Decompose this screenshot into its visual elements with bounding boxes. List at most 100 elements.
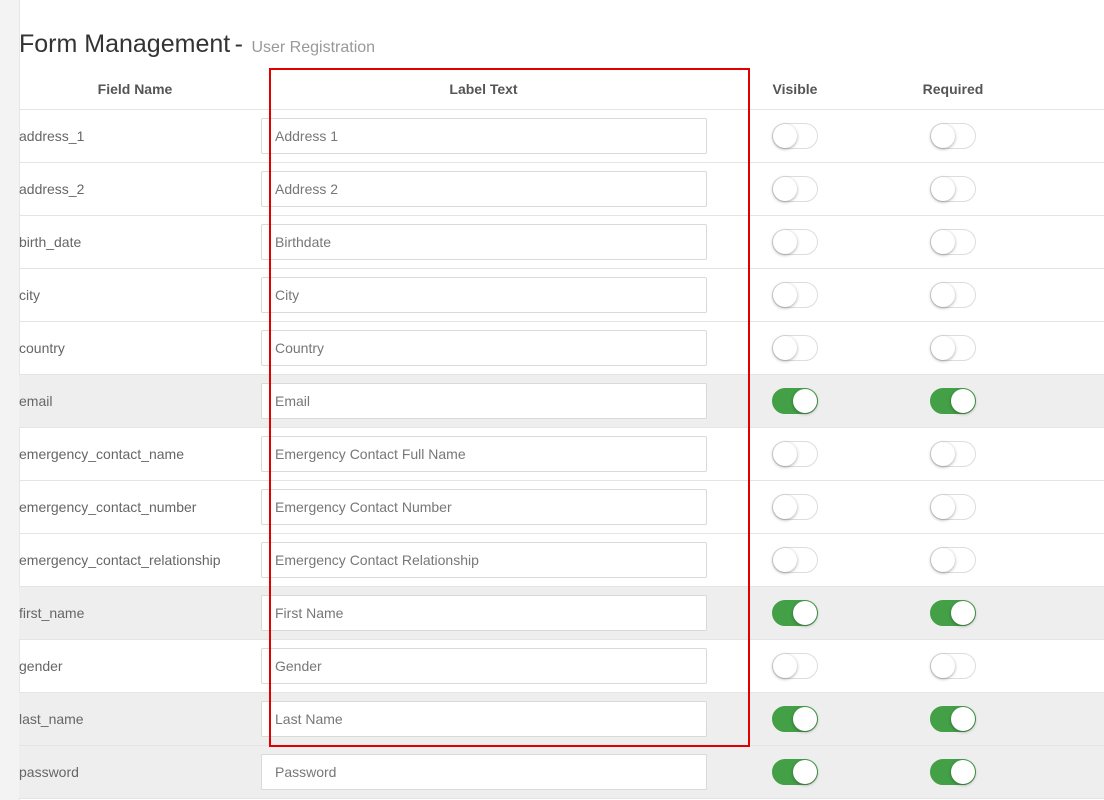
label-text-input[interactable] [261, 489, 707, 525]
header-field-name: Field Name [19, 69, 251, 110]
visible-toggle[interactable] [772, 441, 818, 467]
visible-toggle[interactable] [772, 123, 818, 149]
table-row: first_name [19, 586, 1104, 640]
toggle-knob [951, 707, 975, 731]
row-spacer [1032, 745, 1104, 799]
visible-cell [716, 480, 874, 534]
toggle-knob [773, 124, 797, 148]
table-row: last_name [19, 692, 1104, 746]
visible-cell [716, 586, 874, 640]
row-spacer [1032, 109, 1104, 163]
field-name-cell: emergency_contact_number [19, 480, 251, 534]
visible-toggle[interactable] [772, 547, 818, 573]
required-cell [874, 321, 1032, 375]
row-spacer [1032, 692, 1104, 746]
visible-cell [716, 692, 874, 746]
row-spacer [1032, 321, 1104, 375]
visible-toggle[interactable] [772, 388, 818, 414]
table-row: emergency_contact_relationship [19, 533, 1104, 587]
required-toggle[interactable] [930, 547, 976, 573]
required-cell [874, 639, 1032, 693]
label-text-cell [251, 533, 716, 587]
required-toggle[interactable] [930, 441, 976, 467]
label-text-input[interactable] [261, 754, 707, 790]
required-toggle[interactable] [930, 388, 976, 414]
visible-cell [716, 109, 874, 163]
toggle-knob [793, 760, 817, 784]
field-name-cell: emergency_contact_name [19, 427, 251, 481]
label-text-cell [251, 480, 716, 534]
label-text-input[interactable] [261, 118, 707, 154]
field-name-cell: address_1 [19, 109, 251, 163]
label-text-cell [251, 321, 716, 375]
toggle-knob [793, 389, 817, 413]
required-toggle[interactable] [930, 759, 976, 785]
label-text-input[interactable] [261, 224, 707, 260]
table-row: address_1 [19, 109, 1104, 163]
label-text-input[interactable] [261, 171, 707, 207]
toggle-knob [931, 442, 955, 466]
page-subtitle: User Registration [251, 39, 376, 56]
visible-cell [716, 427, 874, 481]
visible-toggle[interactable] [772, 600, 818, 626]
visible-toggle[interactable] [772, 759, 818, 785]
required-toggle[interactable] [930, 600, 976, 626]
visible-toggle[interactable] [772, 282, 818, 308]
visible-toggle[interactable] [772, 176, 818, 202]
label-text-input[interactable] [261, 330, 707, 366]
required-toggle[interactable] [930, 123, 976, 149]
visible-cell [716, 639, 874, 693]
required-toggle[interactable] [930, 229, 976, 255]
visible-cell [716, 374, 874, 428]
visible-toggle[interactable] [772, 335, 818, 361]
required-toggle[interactable] [930, 494, 976, 520]
table-header-row: Field Name Label Text Visible Required [19, 69, 1104, 110]
label-text-input[interactable] [261, 277, 707, 313]
row-spacer [1032, 162, 1104, 216]
field-name-cell: city [19, 268, 251, 322]
field-name-cell: first_name [19, 586, 251, 640]
toggle-knob [931, 177, 955, 201]
label-text-input[interactable] [261, 701, 707, 737]
label-text-input[interactable] [261, 595, 707, 631]
label-text-cell [251, 268, 716, 322]
row-spacer [1032, 586, 1104, 640]
required-toggle[interactable] [930, 335, 976, 361]
toggle-knob [773, 336, 797, 360]
required-toggle[interactable] [930, 176, 976, 202]
visible-toggle[interactable] [772, 653, 818, 679]
toggle-knob [793, 707, 817, 731]
required-toggle[interactable] [930, 282, 976, 308]
visible-toggle[interactable] [772, 229, 818, 255]
toggle-knob [773, 654, 797, 678]
visible-toggle[interactable] [772, 494, 818, 520]
toggle-knob [951, 760, 975, 784]
field-name-cell: email [19, 374, 251, 428]
label-text-cell [251, 427, 716, 481]
label-text-input[interactable] [261, 542, 707, 578]
required-cell [874, 215, 1032, 269]
label-text-input[interactable] [261, 436, 707, 472]
required-toggle[interactable] [930, 653, 976, 679]
row-spacer [1032, 427, 1104, 481]
row-spacer [1032, 480, 1104, 534]
label-text-cell [251, 374, 716, 428]
toggle-knob [931, 124, 955, 148]
visible-cell [716, 533, 874, 587]
header-required: Required [874, 69, 1032, 110]
table-row: birth_date [19, 215, 1104, 269]
toggle-knob [773, 495, 797, 519]
header-spacer [1032, 69, 1104, 110]
table-row: password [19, 745, 1104, 799]
row-spacer [1032, 533, 1104, 587]
table-body: address_1address_2birth_datecitycountrye… [19, 109, 1104, 799]
label-text-input[interactable] [261, 383, 707, 419]
visible-cell [716, 162, 874, 216]
required-cell [874, 109, 1032, 163]
required-cell [874, 586, 1032, 640]
visible-toggle[interactable] [772, 706, 818, 732]
required-toggle[interactable] [930, 706, 976, 732]
field-name-cell: last_name [19, 692, 251, 746]
required-cell [874, 533, 1032, 587]
label-text-input[interactable] [261, 648, 707, 684]
